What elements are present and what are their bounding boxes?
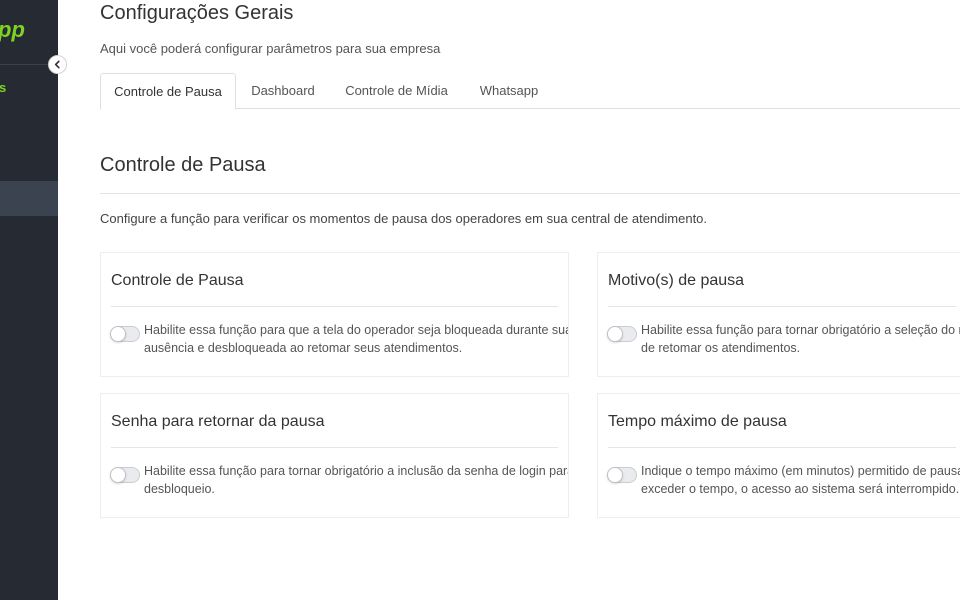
card-description: Habilite essa função para tornar obrigat…	[641, 321, 960, 357]
card-description: Indique o tempo máximo (em minutos) perm…	[641, 462, 960, 498]
brand-logo: pp	[0, 17, 25, 42]
section-divider	[100, 193, 960, 194]
card-description-line: Habilite essa função para tornar obrigat…	[144, 464, 569, 478]
card-description-line: desbloqueio.	[144, 482, 215, 496]
card-divider	[111, 306, 558, 307]
card-divider	[608, 306, 956, 307]
chevron-left-icon	[54, 60, 60, 69]
card-description-line: ausência e desbloqueada ao retomar seus …	[144, 341, 463, 355]
sidebar-item-active[interactable]	[0, 181, 58, 216]
card-description-line: exceder o tempo, o acesso ao sistema ser…	[641, 482, 960, 496]
pause-reason-toggle[interactable]	[607, 326, 637, 342]
card-description-line: Habilite essa função para que a tela do …	[144, 323, 569, 337]
card-divider	[111, 447, 558, 448]
tab-dashboard[interactable]: Dashboard	[236, 73, 330, 110]
settings-tabs: Controle de Pausa Dashboard Controle de …	[100, 73, 960, 110]
card-description: Habilite essa função para tornar obrigat…	[144, 462, 569, 498]
card-description-line: Habilite essa função para tornar obrigat…	[641, 323, 960, 337]
card-title: Motivo(s) de pausa	[608, 272, 745, 289]
tab-whatsapp[interactable]: Whatsapp	[463, 73, 555, 110]
page-subtitle: Aqui você poderá configurar parâmetros p…	[100, 41, 441, 56]
tab-controle-de-pausa[interactable]: Controle de Pausa	[100, 73, 236, 110]
sidebar-collapse-button[interactable]	[48, 55, 67, 74]
pause-control-toggle[interactable]	[110, 326, 140, 342]
pause-max-time-toggle[interactable]	[607, 467, 637, 483]
card-divider	[608, 447, 956, 448]
pause-password-toggle[interactable]	[110, 467, 140, 483]
card-title: Senha para retornar da pausa	[111, 413, 325, 430]
section-description: Configure a função para verificar os mom…	[100, 211, 708, 226]
card-controle-de-pausa: Controle de Pausa Habilite essa função p…	[100, 252, 569, 377]
toggle-knob	[110, 467, 126, 483]
sidebar: pp s	[0, 0, 58, 600]
toggle-knob	[607, 326, 623, 342]
sidebar-item-label[interactable]: s	[0, 80, 6, 95]
page-title: Configurações Gerais	[100, 2, 294, 24]
card-description: Habilite essa função para que a tela do …	[144, 321, 569, 357]
card-senha-retornar-pausa: Senha para retornar da pausa Habilite es…	[100, 393, 569, 518]
section-title: Controle de Pausa	[100, 154, 266, 176]
tab-controle-de-midia[interactable]: Controle de Mídia	[330, 73, 463, 110]
card-title: Controle de Pausa	[111, 272, 244, 289]
toggle-knob	[110, 326, 126, 342]
toggle-knob	[607, 467, 623, 483]
card-tempo-maximo-pausa: Tempo máximo de pausa Indique o tempo má…	[597, 393, 960, 518]
card-motivos-de-pausa: Motivo(s) de pausa Habilite essa função …	[597, 252, 960, 377]
card-description-line: de retomar os atendimentos.	[641, 341, 801, 355]
card-description-line: Indique o tempo máximo (em minutos) perm…	[641, 464, 960, 478]
card-title: Tempo máximo de pausa	[608, 413, 787, 430]
